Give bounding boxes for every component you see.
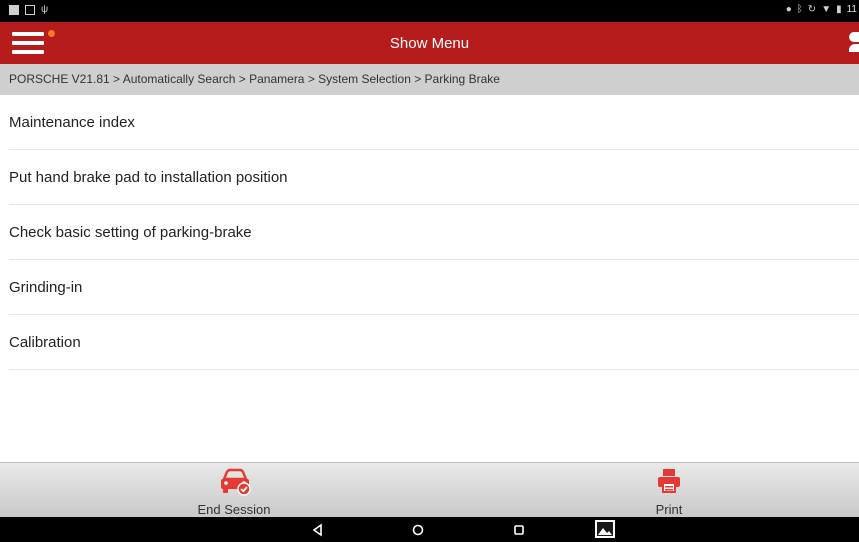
gallery-icon[interactable] xyxy=(594,519,616,539)
status-bar: ψ ● ᛒ ↻ ▼ ▮ 11 xyxy=(0,0,859,22)
print-label: Print xyxy=(655,502,683,517)
menu-item-label: Grinding-in xyxy=(9,279,83,296)
menu-item-label: Calibration xyxy=(9,334,81,351)
menu-item-grinding-in[interactable]: Grinding-in xyxy=(0,260,859,315)
location-icon: ● xyxy=(785,4,792,15)
recent-apps-icon[interactable] xyxy=(510,521,528,539)
function-menu-list: Maintenance index Put hand brake pad to … xyxy=(0,95,859,370)
menu-item-maintenance-index[interactable]: Maintenance index xyxy=(0,95,859,150)
page-title: Show Menu xyxy=(389,35,470,52)
app-header: Show Menu xyxy=(0,22,859,64)
menu-item-hand-brake-pad-installation[interactable]: Put hand brake pad to installation posit… xyxy=(0,150,859,205)
android-nav-bar xyxy=(0,517,859,542)
bottom-toolbar: End Session Print xyxy=(0,462,859,517)
end-session-label: End Session xyxy=(197,502,271,517)
battery-icon: ▮ xyxy=(836,4,842,15)
usb-icon: ψ xyxy=(41,4,49,15)
message-icon xyxy=(25,5,35,15)
sync-icon: ↻ xyxy=(807,4,817,15)
home-icon[interactable] xyxy=(409,521,427,539)
car-check-icon xyxy=(221,468,251,496)
back-icon[interactable] xyxy=(309,521,327,539)
menu-item-calibration[interactable]: Calibration xyxy=(0,315,859,370)
user-icon[interactable] xyxy=(849,32,859,54)
menu-item-label: Put hand brake pad to installation posit… xyxy=(9,169,288,186)
bluetooth-icon: ᛒ xyxy=(796,4,803,15)
menu-item-label: Maintenance index xyxy=(9,114,135,131)
status-left-icons: ψ xyxy=(9,5,48,15)
printer-icon xyxy=(658,469,680,493)
status-time: 11 xyxy=(846,4,857,15)
print-button[interactable]: Print xyxy=(569,463,769,518)
wifi-icon: ▼ xyxy=(821,4,832,15)
status-right-icons: ● ᛒ ↻ ▼ ▮ 11 xyxy=(786,5,857,15)
notification-icon xyxy=(9,5,19,15)
breadcrumb: PORSCHE V21.81 > Automatically Search > … xyxy=(0,64,859,95)
end-session-button[interactable]: End Session xyxy=(134,463,334,518)
menu-item-label: Check basic setting of parking-brake xyxy=(9,224,252,241)
menu-item-check-basic-setting[interactable]: Check basic setting of parking-brake xyxy=(0,205,859,260)
